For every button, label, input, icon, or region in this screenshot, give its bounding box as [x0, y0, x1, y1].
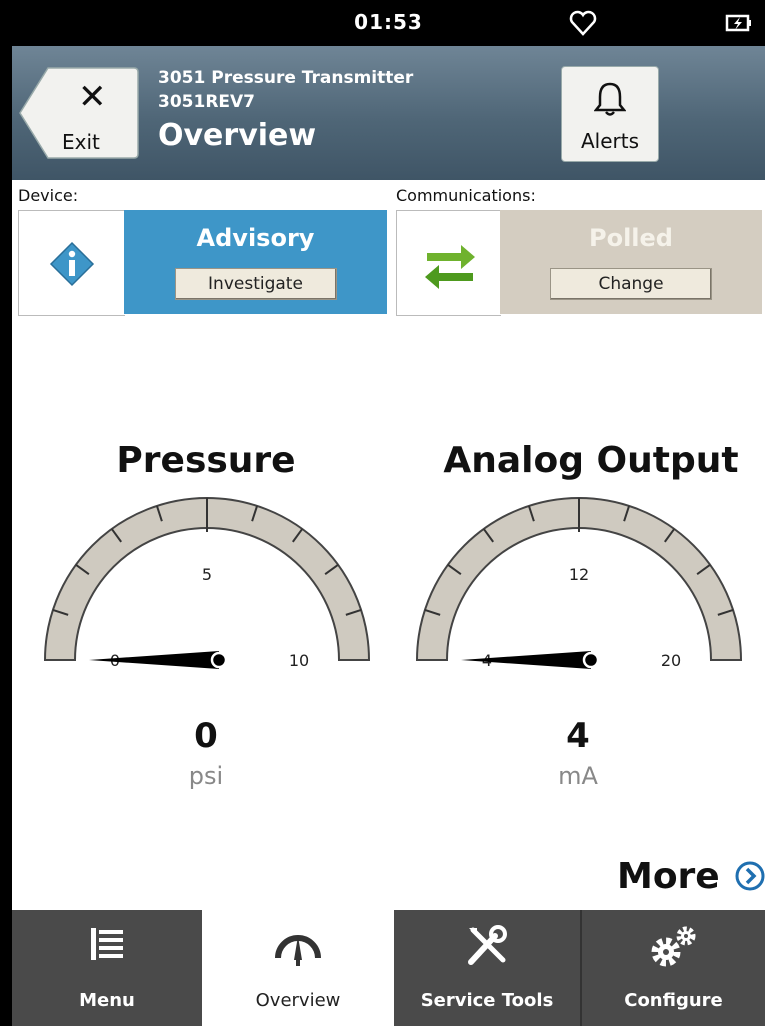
pressure-value: 0 — [194, 716, 218, 756]
pressure-gauge-title: Pressure — [116, 440, 296, 481]
gauge-needle-hub — [582, 651, 600, 669]
menu-list-icon — [91, 928, 123, 960]
investigate-button[interactable]: Investigate — [174, 268, 337, 300]
device-name: 3051 Pressure Transmitter — [158, 68, 414, 88]
gauge-needle — [89, 651, 219, 669]
page-title: Overview — [158, 118, 317, 153]
change-button[interactable]: Change — [550, 268, 712, 300]
nav-service-tools[interactable]: Service Tools — [394, 910, 582, 1026]
nav-menu-label: Menu — [79, 990, 135, 1011]
info-icon — [49, 241, 95, 287]
bell-icon — [594, 82, 626, 116]
nav-configure[interactable]: Configure — [582, 910, 765, 1026]
close-icon: ✕ — [78, 77, 107, 117]
tools-icon — [468, 925, 507, 965]
gauge-icon — [275, 935, 321, 966]
analog-output-gauge-title: Analog Output — [443, 440, 739, 481]
gauge-max-label: 20 — [661, 651, 681, 670]
exit-label: Exit — [62, 130, 100, 154]
communications-icon-panel — [396, 210, 501, 316]
gauge-needle — [461, 651, 591, 669]
gauge-mid-label: 12 — [569, 565, 589, 584]
pressure-unit: psi — [188, 762, 224, 790]
analog-output-value: 4 — [566, 716, 590, 756]
analog-output-unit: mA — [558, 762, 598, 790]
communications-status-panel: Polled Change — [500, 210, 762, 314]
nav-overview-label: Overview — [255, 990, 341, 1011]
pressure-gauge: 5100 — [43, 497, 371, 670]
nav-service-tools-label: Service Tools — [420, 990, 554, 1011]
alerts-label: Alerts — [580, 129, 640, 153]
arrows-exchange-icon — [425, 245, 475, 289]
device-revision: 3051REV7 — [158, 92, 256, 112]
status-bar: 01:53 — [12, 0, 765, 46]
heart-icon — [569, 10, 597, 36]
gauge-needle-hub — [210, 651, 228, 669]
left-edge — [0, 0, 12, 1026]
nav-configure-label: Configure — [624, 990, 723, 1011]
exit-button[interactable]: ✕ Exit — [18, 66, 140, 160]
header: ✕ Exit 3051 Pressure Transmitter 3051REV… — [12, 46, 765, 180]
bottom-nav: Menu Overview Service Tools Configure — [12, 910, 765, 1026]
battery-charging-icon — [725, 14, 751, 32]
app-frame: 01:53 ✕ Exit 3051 Pressure Transmitter 3… — [12, 0, 765, 1026]
device-section-label: Device: — [18, 186, 79, 205]
nav-overview[interactable]: Overview — [202, 910, 394, 1026]
gauge-mid-label: 5 — [202, 565, 212, 584]
more-link[interactable]: More — [617, 856, 720, 897]
gauge-max-label: 10 — [289, 651, 309, 670]
communications-section-label: Communications: — [396, 186, 536, 205]
communications-status: Polled — [589, 224, 673, 252]
clock: 01:53 — [354, 10, 423, 34]
device-icon-panel — [18, 210, 125, 316]
alerts-button[interactable]: Alerts — [561, 66, 659, 162]
device-status-panel: Advisory Investigate — [124, 210, 387, 314]
nav-menu[interactable]: Menu — [12, 910, 202, 1026]
device-status: Advisory — [196, 224, 315, 252]
analog-output-gauge: 12204 — [415, 497, 743, 670]
chevron-right-circle-icon[interactable] — [734, 860, 765, 892]
gears-icon — [651, 926, 695, 967]
